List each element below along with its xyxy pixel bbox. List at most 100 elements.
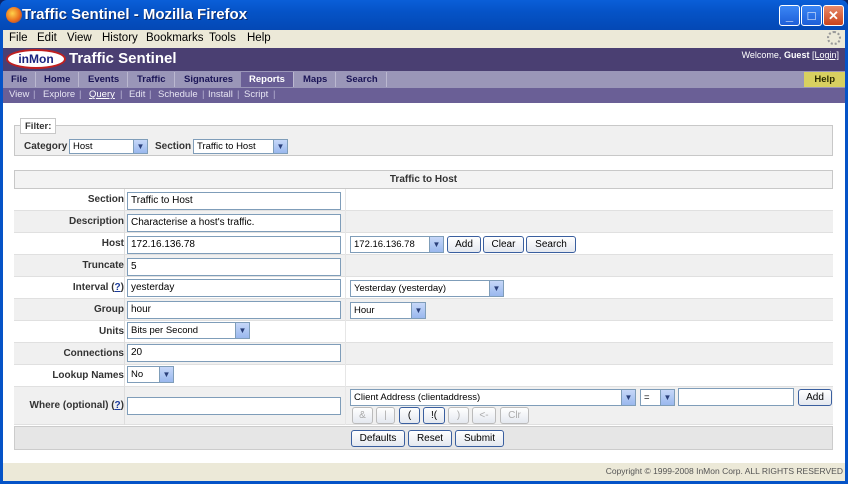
menu-view[interactable]: View: [67, 32, 92, 44]
lookup-names-select[interactable]: No ▼: [127, 366, 174, 383]
tab-search[interactable]: Search: [338, 72, 387, 87]
tab-help[interactable]: Help: [804, 72, 845, 87]
menu-tools[interactable]: Tools: [209, 32, 236, 44]
where-not-paren-button[interactable]: !(: [423, 407, 445, 424]
welcome-prefix: Welcome,: [741, 50, 784, 60]
interval-help-link[interactable]: ?: [115, 282, 121, 293]
interval-select[interactable]: Yesterday (yesterday) ▼: [350, 280, 504, 297]
subnav-separator: |: [202, 89, 205, 100]
tab-maps[interactable]: Maps: [295, 72, 337, 87]
chevron-down-icon: ▼: [660, 390, 674, 405]
section-label: Section: [155, 141, 192, 152]
tab-events[interactable]: Events: [80, 72, 129, 87]
submit-button[interactable]: Submit: [455, 430, 504, 447]
subnav-explore[interactable]: Explore: [43, 89, 75, 100]
column-divider: [124, 189, 125, 425]
subnav-edit[interactable]: Edit: [129, 89, 145, 100]
subnav-script[interactable]: Script: [244, 89, 268, 100]
interval-label-text: Interval: [72, 282, 109, 293]
truncate-label: Truncate: [82, 260, 124, 271]
menu-edit[interactable]: Edit: [37, 32, 57, 44]
subnav-schedule[interactable]: Schedule: [158, 89, 198, 100]
interval-input[interactable]: yesterday: [127, 279, 341, 297]
welcome-user: Guest: [783, 50, 810, 60]
chevron-down-icon: ▼: [235, 323, 249, 338]
sub-nav: View | Explore | Query | Edit | Schedule…: [3, 88, 845, 103]
where-field-select[interactable]: Client Address (clientaddress) ▼: [350, 389, 636, 406]
group-select[interactable]: Hour ▼: [350, 302, 426, 319]
subnav-separator: |: [120, 89, 123, 100]
tab-reports[interactable]: Reports: [241, 72, 294, 87]
where-operator-select[interactable]: = ▼: [640, 389, 675, 406]
group-input[interactable]: hour: [127, 301, 341, 319]
tab-home[interactable]: Home: [36, 72, 80, 87]
host-add-button[interactable]: Add: [447, 236, 481, 253]
menu-file[interactable]: File: [9, 32, 28, 44]
main-nav: File Home Events Traffic Signatures Repo…: [3, 71, 845, 88]
login-link[interactable]: [Login]: [812, 50, 839, 60]
close-button[interactable]: ✕: [823, 5, 844, 26]
group-select-value: Hour: [354, 305, 375, 316]
section-input[interactable]: Traffic to Host: [127, 192, 341, 210]
where-input[interactable]: [127, 397, 341, 415]
where-field-value: Client Address (clientaddress): [354, 392, 481, 403]
tab-traffic[interactable]: Traffic: [129, 72, 175, 87]
category-select[interactable]: Host ▼: [69, 139, 148, 154]
where-and-button[interactable]: &: [352, 407, 373, 424]
where-close-paren-button[interactable]: ): [448, 407, 469, 424]
filter-legend: Filter:: [20, 118, 57, 134]
reset-button[interactable]: Reset: [408, 430, 452, 447]
units-select[interactable]: Bits per Second ▼: [127, 322, 250, 339]
app-header: inMon Traffic Sentinel Welcome, Guest [L…: [3, 48, 845, 71]
units-select-value: Bits per Second: [131, 325, 199, 336]
menu-bookmarks[interactable]: Bookmarks: [146, 32, 204, 44]
chevron-down-icon: ▼: [429, 237, 443, 252]
description-label: Description: [68, 216, 124, 227]
host-select-value: 172.16.136.78: [354, 239, 415, 250]
host-search-button[interactable]: Search: [526, 236, 576, 253]
throbber-icon: [827, 31, 841, 45]
app-title: Traffic Sentinel: [69, 50, 177, 67]
section-select[interactable]: Traffic to Host ▼: [193, 139, 288, 154]
host-clear-button[interactable]: Clear: [483, 236, 524, 253]
subnav-separator: |: [149, 89, 152, 100]
menu-bar: File Edit View History Bookmarks Tools H…: [3, 30, 845, 48]
lookup-names-value: No: [131, 369, 144, 380]
subnav-install[interactable]: Install: [208, 89, 233, 100]
inmon-logo: inMon: [6, 49, 66, 69]
subnav-separator: |: [273, 89, 276, 100]
firefox-icon: [6, 7, 22, 23]
chevron-down-icon: ▼: [133, 140, 147, 153]
category-value: Host: [73, 141, 93, 152]
description-input[interactable]: Characterise a host's traffic.: [127, 214, 341, 232]
where-label: Where (optional) (?): [29, 400, 124, 411]
tab-signatures[interactable]: Signatures: [176, 72, 243, 87]
menu-help[interactable]: Help: [247, 32, 271, 44]
host-select[interactable]: 172.16.136.78 ▼: [350, 236, 444, 253]
where-help-link[interactable]: ?: [115, 400, 121, 411]
defaults-button[interactable]: Defaults: [351, 430, 405, 447]
tab-file[interactable]: File: [3, 72, 37, 87]
where-backspace-button[interactable]: <-: [472, 407, 496, 424]
connections-input[interactable]: 20: [127, 344, 341, 362]
subnav-view[interactable]: View: [9, 89, 29, 100]
subnav-query[interactable]: Query: [89, 89, 115, 100]
host-input[interactable]: 172.16.136.78: [127, 236, 341, 254]
maximize-button[interactable]: □: [801, 5, 822, 26]
where-add-button[interactable]: Add: [798, 389, 832, 406]
minimize-button[interactable]: _: [779, 5, 800, 26]
where-clear-button[interactable]: Clr: [500, 407, 529, 424]
where-or-button[interactable]: |: [376, 407, 395, 424]
where-operand-input[interactable]: [678, 388, 794, 406]
category-label: Category: [24, 141, 68, 152]
group-label: Group: [94, 304, 124, 315]
connections-label: Connections: [63, 348, 124, 359]
units-label: Units: [99, 326, 124, 337]
truncate-input[interactable]: 5: [127, 258, 341, 276]
section-value: Traffic to Host: [197, 141, 256, 152]
window-title-bar[interactable]: Traffic Sentinel - Mozilla Firefox _ □ ✕: [0, 0, 848, 30]
subnav-separator: |: [79, 89, 82, 100]
menu-history[interactable]: History: [102, 32, 138, 44]
where-open-paren-button[interactable]: (: [399, 407, 420, 424]
interval-label: Interval (?): [72, 282, 124, 293]
